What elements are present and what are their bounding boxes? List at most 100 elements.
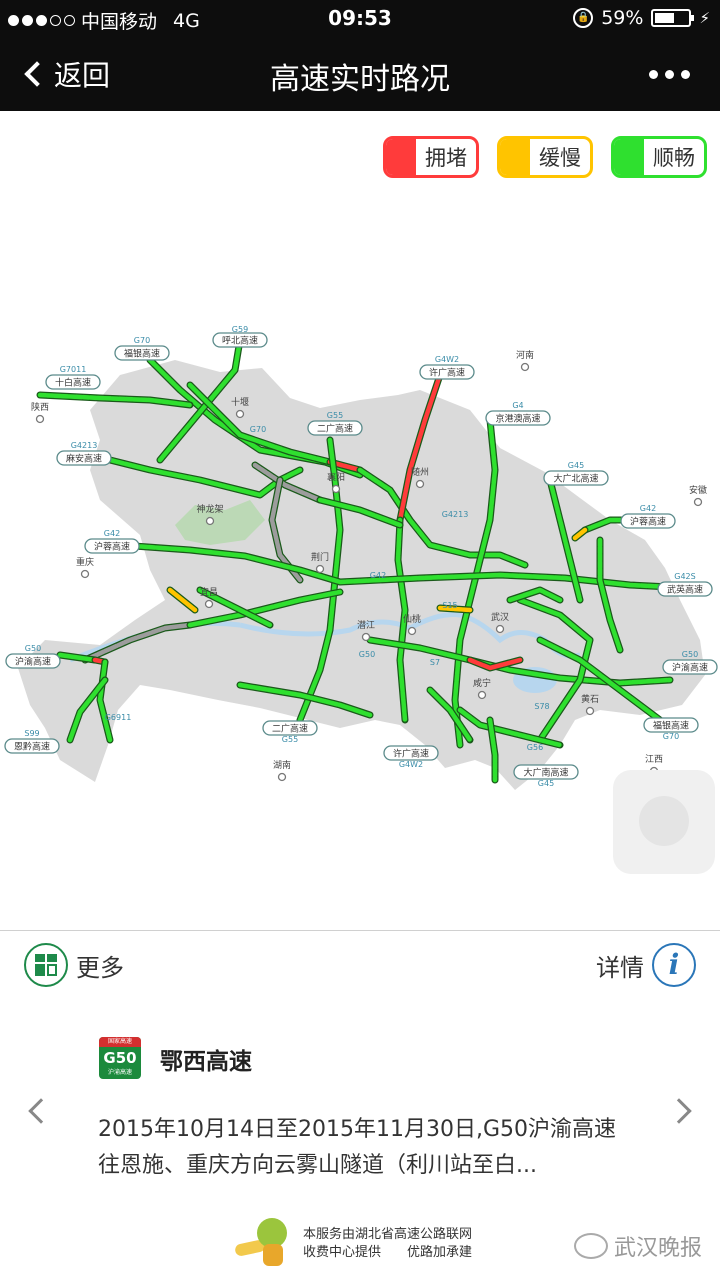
notice-title: 鄂西高速 (160, 1049, 252, 1075)
highway-name: 恩黔高速 (14, 741, 50, 753)
highway-label: 沪蓉高速 G42 (84, 529, 140, 554)
highway-code: G45 (568, 461, 584, 470)
route-code: S78 (534, 702, 549, 711)
city-name: 宜昌 (200, 586, 218, 598)
city-marker: 重庆 (76, 556, 94, 579)
rotation-lock-icon: 🔒 (573, 8, 594, 28)
highway-code: G55 (282, 735, 298, 744)
highway-label: 二广高速G55 (262, 720, 318, 744)
highway-label: 福银高速G70 (643, 717, 699, 741)
city-name: 武汉 (491, 611, 509, 623)
wechat-icon (573, 1233, 608, 1259)
highway-label: 许广高速G4W2 (419, 355, 475, 380)
highway-code: S99 (24, 729, 39, 738)
detail-label: 详情 (596, 953, 644, 982)
legend-slow[interactable]: 缓慢 (497, 136, 593, 178)
highway-label: 十白高速 G7011 (45, 365, 101, 390)
route-code: S15 (442, 601, 457, 610)
city-marker: 河南 (516, 349, 534, 372)
highway-code: G4 (512, 401, 523, 410)
city-name: 湖南 (273, 759, 291, 771)
city-name: 重庆 (76, 556, 94, 568)
watermark: 武汉晚报 (573, 1230, 702, 1262)
legend-swatch (500, 139, 530, 175)
more-label: 更多 (76, 953, 124, 982)
screen: 中国移动 4G 09:53 🔒 59% ⚡ 返回 高速实时路况 拥堵 缓慢 顺畅… (0, 0, 720, 1280)
city-name: 襄阳 (327, 471, 345, 483)
legend-swatch (614, 139, 644, 175)
city-name: 荆门 (311, 551, 329, 563)
watermark-text: 武汉晚报 (613, 1236, 702, 1261)
grid-icon (24, 943, 68, 987)
battery-percent: 59% (601, 7, 644, 29)
next-notice-icon[interactable] (666, 1098, 692, 1124)
legend-swatch (386, 139, 416, 175)
highway-name: 沪渝高速 (672, 662, 708, 674)
highway-name: 沪蓉高速 (630, 516, 666, 528)
route-code: G50 (359, 650, 375, 659)
route-code: S7 (430, 658, 440, 667)
top-bar: 中国移动 4G 09:53 🔒 59% ⚡ 返回 高速实时路况 (0, 0, 720, 111)
more-options-icon[interactable] (649, 70, 690, 79)
highway-name: 十白高速 (55, 377, 91, 389)
legend-label: 拥堵 (425, 146, 467, 170)
highway-code: G4W2 (399, 760, 423, 769)
legend-label: 顺畅 (653, 146, 695, 170)
notice-body[interactable]: 2015年10月14日至2015年11月30日,G50沪渝高速往恩施、重庆方向云… (98, 1112, 618, 1184)
route-code: G6911 (105, 713, 132, 722)
city-name: 江西 (645, 754, 663, 765)
highway-name: 麻安高速 (66, 453, 102, 465)
city-marker: 湖南 (273, 759, 291, 782)
highway-name: 二广高速 (272, 723, 308, 735)
highway-name: 京港澳高速 (495, 413, 540, 425)
shield-bottom-text: 沪渝高速 (107, 1069, 132, 1076)
highway-name: 许广高速 (393, 748, 429, 760)
legend-congested[interactable]: 拥堵 (383, 136, 479, 178)
highway-label: 福银高速 G70 (114, 336, 170, 361)
highway-code: G50 (682, 650, 698, 659)
footer-line1: 本服务由湖北省高速公路联网 (303, 1227, 473, 1242)
city-name: 神龙架 (196, 503, 223, 515)
highway-code: G70 (663, 732, 679, 741)
city-name: 安徽 (689, 484, 707, 496)
highway-name: 沪蓉高速 (94, 541, 130, 553)
highway-code: G55 (327, 411, 343, 420)
page-title: 高速实时路况 (270, 62, 450, 97)
highway-label: 大广北高速 G45 (543, 461, 609, 486)
highway-label: 大广南高速G45 (513, 764, 579, 788)
battery-icon (651, 9, 695, 27)
traffic-map[interactable]: 呼北高速G59福银高速G70十白高速G7011 许广高速G4W2二广高速G55 京港… (0, 300, 720, 800)
locate-button[interactable] (613, 770, 715, 874)
highway-code: G42 (640, 504, 656, 513)
highway-label: 许广高速G4W2 (383, 745, 439, 769)
city-name: 潜江 (357, 619, 375, 631)
city-marker: 陕西 (31, 401, 49, 424)
status-bar: 中国移动 4G 09:53 🔒 59% ⚡ (0, 0, 720, 36)
highway-label: 呼北高速G59 (212, 325, 268, 348)
highway-code: G70 (134, 336, 150, 345)
legend-smooth[interactable]: 顺畅 (611, 136, 707, 178)
city-name: 仙桃 (403, 613, 421, 625)
shield-code: G50 (103, 1049, 137, 1067)
prev-notice-icon[interactable] (28, 1098, 54, 1124)
detail-button[interactable]: 详情 i (596, 943, 696, 987)
highway-label: 沪蓉高速 G42 (620, 504, 676, 529)
route-code: G56 (527, 743, 543, 752)
highway-name: 大广南高速 (523, 767, 568, 779)
highway-name: 福银高速 (124, 348, 160, 360)
highway-code: G42S (674, 572, 695, 581)
route-code: G42 (370, 571, 386, 580)
charging-icon: ⚡ (699, 9, 710, 27)
city-marker: 安徽 (689, 484, 707, 507)
highway-name: 许广高速 (429, 367, 465, 379)
highway-name: 武英高速 (667, 584, 703, 596)
divider (0, 930, 720, 931)
highway-code: G4213 (71, 441, 98, 450)
more-button[interactable]: 更多 (24, 943, 124, 987)
shield-top-text: 国家高速 (99, 1037, 141, 1047)
highway-code: G59 (232, 325, 248, 334)
highway-code: G50 (25, 644, 41, 653)
info-icon: i (652, 943, 696, 987)
highway-name: 呼北高速 (222, 335, 258, 347)
route-code: G4213 (442, 510, 469, 519)
